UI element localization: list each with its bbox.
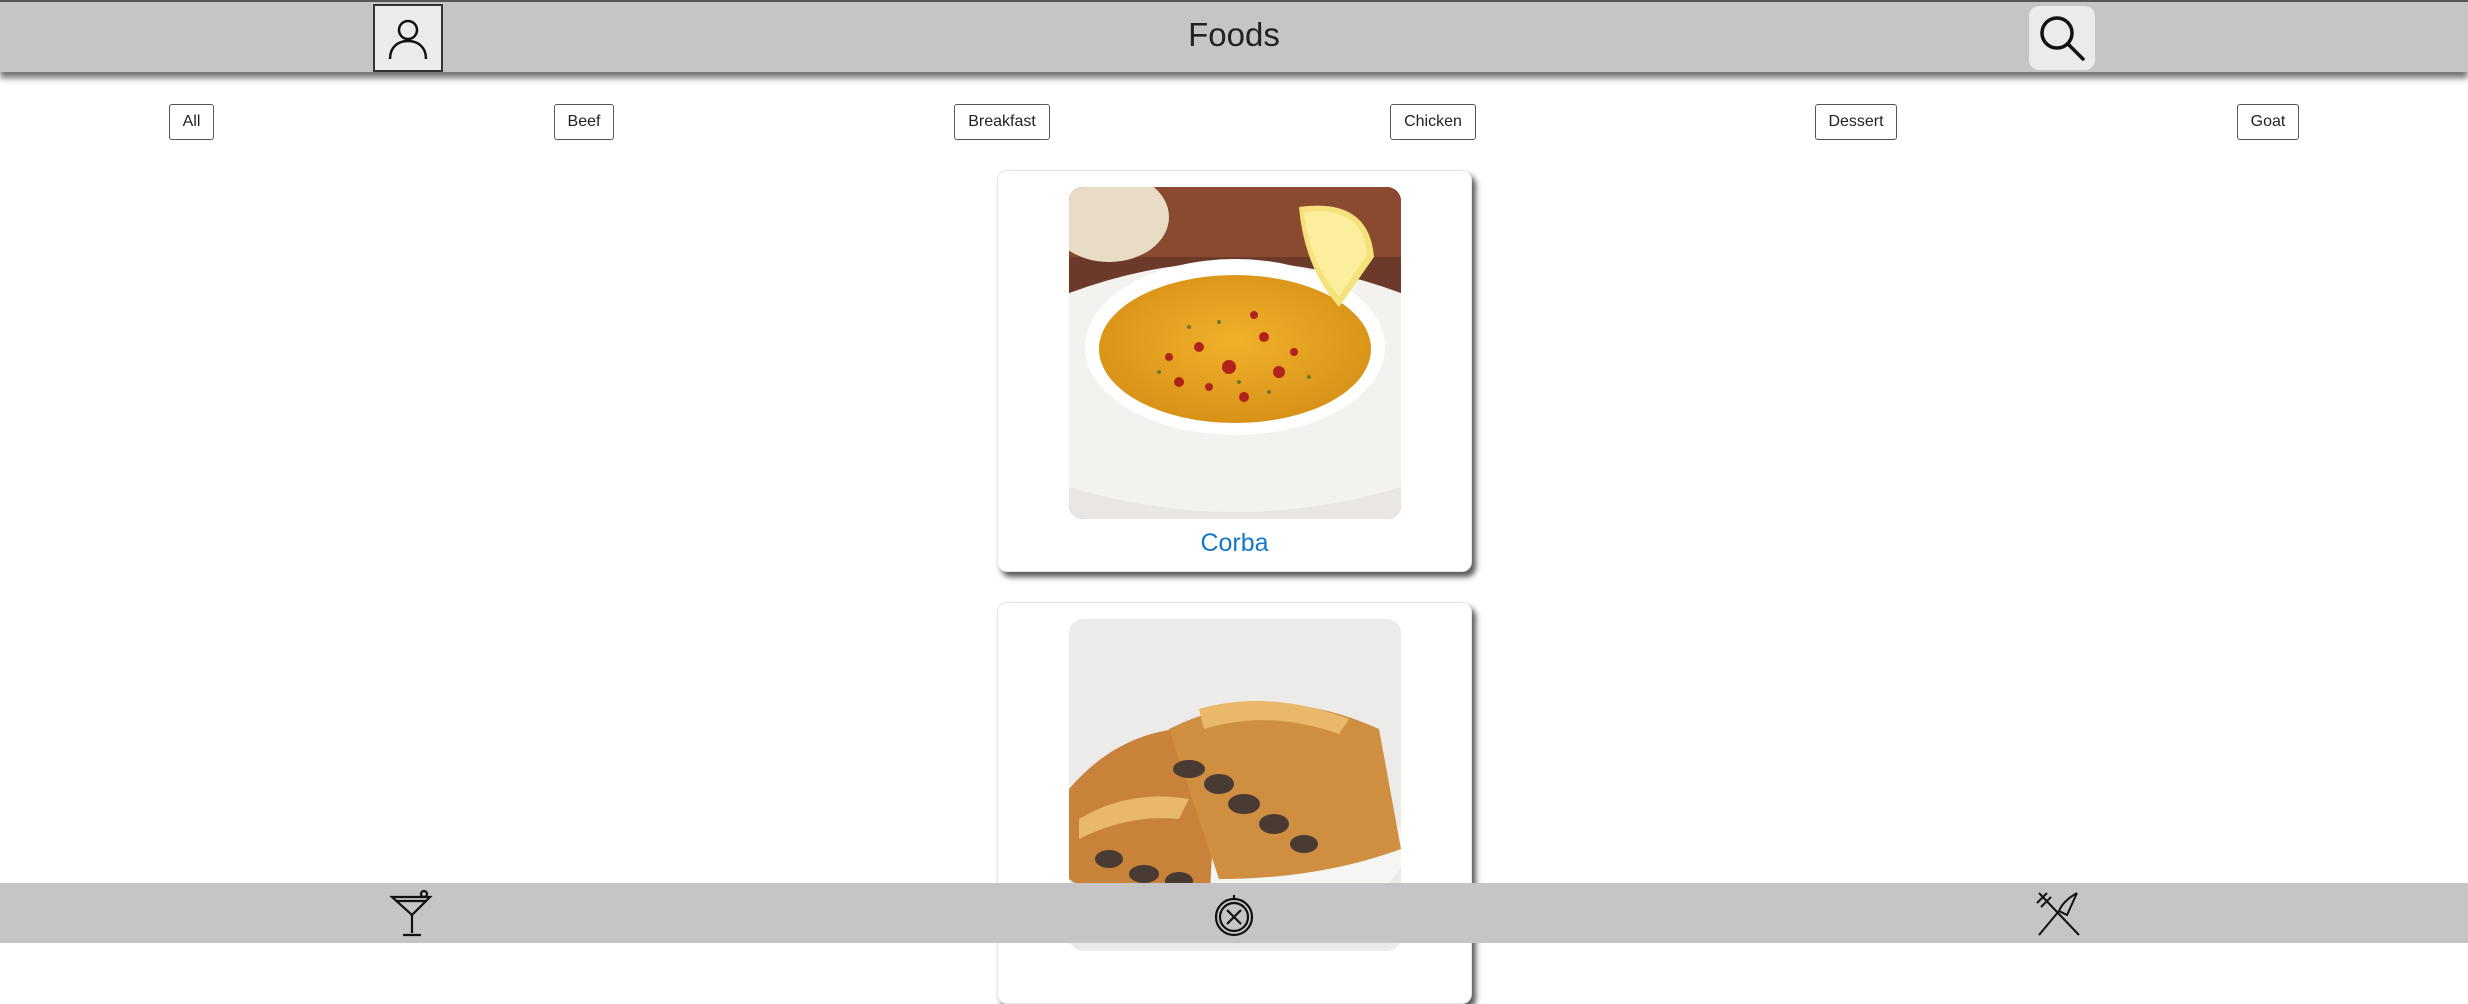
cocktail-icon <box>389 889 433 937</box>
category-button-chicken[interactable]: Chicken <box>1390 104 1476 140</box>
category-button-dessert[interactable]: Dessert <box>1815 104 1897 140</box>
fork-knife-icon <box>2036 892 2080 936</box>
food-card[interactable] <box>997 602 1472 1004</box>
compass-icon <box>1214 895 1254 937</box>
category-button-beef[interactable]: Beef <box>554 104 614 140</box>
food-card[interactable]: Corba <box>997 170 1472 572</box>
category-button-all[interactable]: All <box>169 104 214 140</box>
bottom-navigation-bar <box>0 883 2468 943</box>
food-image-corba <box>1069 187 1401 519</box>
category-button-breakfast[interactable]: Breakfast <box>954 104 1050 140</box>
page-title: Foods <box>1188 16 1280 53</box>
search-icon <box>2040 16 2085 61</box>
nav-explore-button[interactable] <box>1209 889 1259 939</box>
search-button[interactable] <box>2029 6 2095 70</box>
nav-foods-button[interactable] <box>2033 889 2083 939</box>
top-app-bar: Foods <box>0 0 2468 72</box>
nav-drinks-button[interactable] <box>386 889 436 939</box>
category-button-goat[interactable]: Goat <box>2237 104 2299 140</box>
food-name[interactable]: Corba <box>998 529 1471 558</box>
